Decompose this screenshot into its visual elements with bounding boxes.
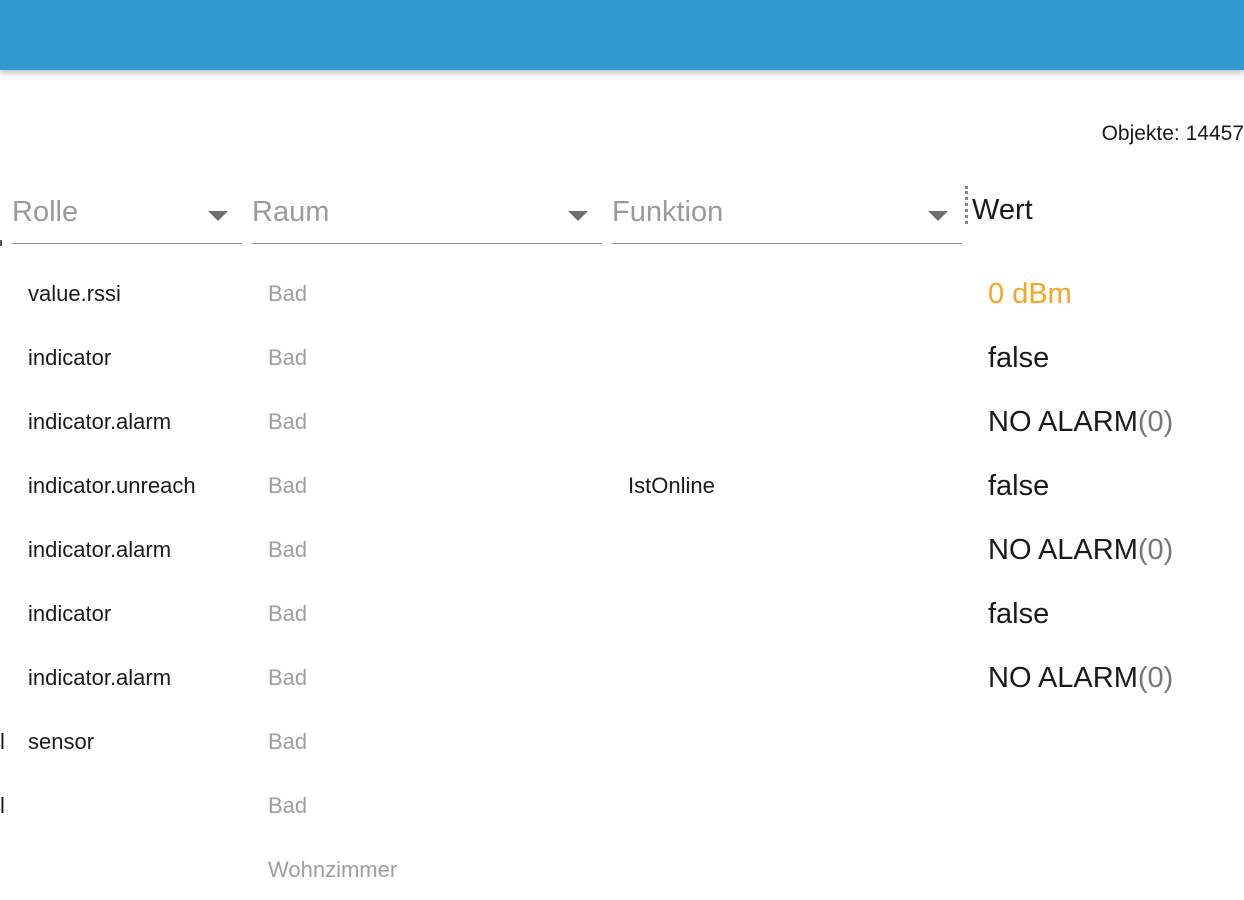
room-cell: Bad xyxy=(268,729,308,754)
row-marker: l xyxy=(0,729,5,754)
room-cell: Bad xyxy=(268,601,308,626)
role-cell: indicator.alarm xyxy=(28,537,172,562)
role-cell: sensor xyxy=(28,729,95,754)
room-cell: Bad xyxy=(268,473,308,498)
table-row[interactable]: indicator.alarm Bad NO ALARM(0) xyxy=(0,390,1244,454)
role-cell: indicator xyxy=(28,345,112,370)
value-code: (0) xyxy=(1137,406,1174,438)
role-cell: value.rssi xyxy=(28,246,121,262)
table-row[interactable]: value.rssi Bad -95 dBm xyxy=(0,246,1244,262)
row-marker xyxy=(0,390,4,454)
room-cell: Bad xyxy=(268,665,308,690)
room-cell: Bad xyxy=(268,345,308,370)
table-row[interactable]: l Bad xyxy=(0,774,1244,838)
function-filter-placeholder: Funktion xyxy=(612,196,724,228)
role-cell: value.rssi xyxy=(28,281,121,306)
role-cell: indicator.unreach xyxy=(28,473,196,498)
value-code: (0) xyxy=(1137,534,1174,566)
value-cell: -95 dBm xyxy=(988,246,1098,262)
value-number: false xyxy=(988,598,1050,630)
value-cell: NO ALARM(0) xyxy=(988,518,1173,582)
row-marker xyxy=(0,246,4,262)
role-cell: indicator.alarm xyxy=(28,665,172,690)
chevron-down-icon[interactable] xyxy=(568,211,588,221)
table-row[interactable]: indicator.alarm Bad NO ALARM(0) xyxy=(0,646,1244,710)
row-marker xyxy=(0,262,4,326)
room-cell: Bad xyxy=(268,793,308,818)
value-number: NO ALARM xyxy=(988,406,1138,438)
value-code: (0) xyxy=(1137,662,1174,694)
table-row[interactable]: indicator.alarm Bad NO ALARM(0) xyxy=(0,518,1244,582)
value-cell: NO ALARM(0) xyxy=(988,646,1173,710)
role-cell: indicator.alarm xyxy=(28,409,172,434)
object-list: value.rssiBad-95 dBmvalue.rssiBad0 dBmin… xyxy=(0,246,1244,900)
row-marker: l xyxy=(0,793,5,818)
role-cell: indicator xyxy=(28,601,112,626)
room-cell: Bad xyxy=(268,409,308,434)
room-cell: Wohnzimmer xyxy=(268,857,398,882)
value-cell: false xyxy=(988,582,1049,646)
chevron-down-icon[interactable] xyxy=(928,211,948,221)
room-cell: Bad xyxy=(268,281,308,306)
value-number: false xyxy=(988,342,1050,374)
value-cell: 0 dBm xyxy=(988,262,1072,326)
value-number: 0 xyxy=(988,278,1005,310)
table-row[interactable]: indicator.unreach Bad IstOnline false xyxy=(0,454,1244,518)
value-column-header[interactable]: Wert xyxy=(972,194,1033,227)
role-filter-placeholder: Rolle xyxy=(12,196,79,228)
app-toolbar xyxy=(0,0,1244,70)
object-count: Objekte: 14457 xyxy=(1101,122,1244,145)
value-number: NO ALARM xyxy=(988,662,1138,694)
column-resize-handle[interactable] xyxy=(965,186,968,224)
value-cell: false xyxy=(988,454,1049,518)
value-unit: dBm xyxy=(1004,278,1072,310)
value-cell: NO ALARM(0) xyxy=(988,390,1173,454)
room-cell: Bad xyxy=(268,537,308,562)
row-marker xyxy=(0,838,4,900)
role-filter[interactable]: Rolle xyxy=(12,190,242,244)
row-marker xyxy=(0,646,4,710)
value-number: false xyxy=(988,470,1050,502)
function-cell: IstOnline xyxy=(628,473,715,498)
row-marker xyxy=(0,582,4,646)
table-row[interactable]: indicator Bad false xyxy=(0,326,1244,390)
table-row[interactable]: Wohnzimmer xyxy=(0,838,1244,900)
room-filter[interactable]: Raum xyxy=(252,190,602,244)
chevron-down-icon[interactable] xyxy=(208,211,228,221)
table-row[interactable]: value.rssi Bad 0 dBm xyxy=(0,262,1244,326)
row-marker xyxy=(0,518,4,582)
value-cell: false xyxy=(988,326,1049,390)
table-row[interactable]: l sensor Bad xyxy=(0,710,1244,774)
table-row[interactable]: indicator Bad false xyxy=(0,582,1244,646)
function-filter[interactable]: Funktion xyxy=(612,190,962,244)
row-marker xyxy=(0,326,4,390)
room-cell: Bad xyxy=(268,246,307,262)
value-number: NO ALARM xyxy=(988,534,1138,566)
room-filter-placeholder: Raum xyxy=(252,196,330,228)
row-marker xyxy=(0,454,4,518)
